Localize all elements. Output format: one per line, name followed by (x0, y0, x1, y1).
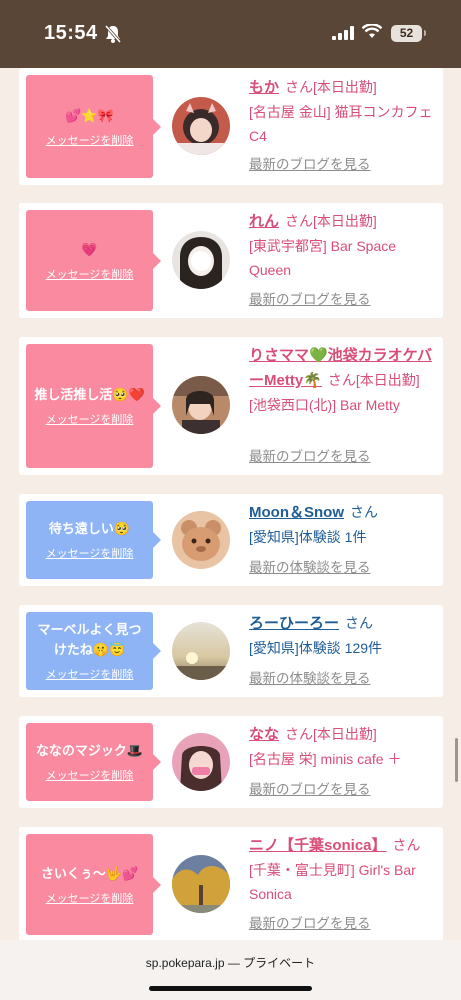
avatar[interactable] (172, 231, 230, 289)
honorific: さん (349, 504, 378, 520)
avatar[interactable] (172, 511, 230, 569)
delete-message-link[interactable]: メッセージを削除 (46, 266, 134, 282)
delete-message-link[interactable]: メッセージを削除 (46, 545, 134, 561)
avatar[interactable] (172, 855, 230, 913)
list-item: 推し活推し活🥺❤️ メッセージを削除 りさママ💚池袋カラオケバーMetty🌴 さん… (19, 337, 443, 475)
scrollbar[interactable] (455, 738, 458, 782)
message-text: 推し活推し活🥺❤️ (34, 387, 145, 402)
latest-blog-link[interactable]: 最新のブログを見る (249, 153, 371, 177)
message-bubble: 💗 メッセージを削除 (26, 210, 161, 311)
status-bar: 15:54 52 (0, 0, 461, 68)
list-item: 💗 メッセージを削除 れん さん[本日出勤] [東武宇都宮] Bar Space … (19, 203, 443, 318)
honorific: さん (285, 79, 314, 95)
bell-muted-icon (104, 24, 122, 48)
latest-review-link[interactable]: 最新の体験談を見る (249, 556, 371, 580)
work-status: [本日出勤] (313, 79, 377, 95)
message-text: 💗 (81, 241, 98, 257)
cast-info: なな さん[本日出勤] [名古屋 栄] minis cafe ＋ 最新のブログを見… (249, 722, 439, 797)
cellular-signal-icon (332, 25, 354, 44)
work-status: [本日出勤] (313, 726, 377, 742)
work-status: [本日出勤] (313, 213, 377, 229)
delete-message-link[interactable]: メッセージを削除 (46, 767, 134, 783)
cast-name-link[interactable]: もか (249, 79, 279, 96)
list-item: 💕⭐🎀 メッセージを削除 もか さん[本日出勤] [名古屋 金山] 猫耳コンカフェ… (19, 68, 443, 185)
delete-message-link[interactable]: メッセージを削除 (46, 666, 134, 682)
avatar[interactable] (172, 376, 230, 434)
latest-review-link[interactable]: 最新の体験談を見る (249, 667, 371, 691)
latest-blog-link[interactable]: 最新のブログを見る (249, 445, 371, 469)
cast-info: Moon＆Snow さん [愛知県]体験談 1件 最新の体験談を見る (249, 500, 439, 575)
browser-url-bar[interactable]: sp.pokepara.jp — プライベート (0, 940, 461, 1000)
message-bubble: ななのマジック🎩 メッセージを削除 (26, 723, 161, 801)
work-status: [本日出勤] (355, 372, 420, 388)
cast-info: りさママ💚池袋カラオケバーMetty🌴 さん[本日出勤] [池袋西口(北)] Ba… (249, 343, 439, 464)
message-text: 待ち遠しい🥺 (48, 521, 131, 536)
cast-name-link[interactable]: ニノ【千葉sonica】 (249, 837, 387, 854)
shop-detail[interactable]: [名古屋 栄] minis cafe ＋ (249, 751, 401, 767)
delete-message-link[interactable]: メッセージを削除 (46, 890, 134, 906)
message-bubble: 推し活推し活🥺❤️ メッセージを削除 (26, 344, 161, 468)
reviewer-name-link[interactable]: Moon＆Snow (249, 504, 344, 521)
cast-info: もか さん[本日出勤] [名古屋 金山] 猫耳コンカフェ C4 最新のブログを見る (249, 75, 439, 172)
honorific: さん (285, 213, 314, 229)
honorific: さん (285, 726, 314, 742)
shop-detail[interactable]: [千葉・富士見町] Girl's Bar Sonica (249, 862, 416, 902)
wifi-icon (361, 23, 383, 43)
review-count[interactable]: [愛知県]体験談 1件 (249, 529, 366, 545)
avatar[interactable] (172, 97, 230, 155)
delete-message-link[interactable]: メッセージを削除 (46, 132, 134, 148)
cast-info: れん さん[本日出勤] [東武宇都宮] Bar Space Queen 最新のブロ… (249, 209, 439, 307)
avatar[interactable] (172, 622, 230, 680)
avatar[interactable] (172, 733, 230, 791)
home-indicator[interactable] (149, 986, 312, 991)
latest-blog-link[interactable]: 最新のブログを見る (249, 912, 371, 936)
list-item: 待ち遠しい🥺 メッセージを削除 Moon＆Snow さん [愛知県]体験談 1件 … (19, 494, 443, 586)
latest-blog-link[interactable]: 最新のブログを見る (249, 778, 371, 802)
message-bubble: 💕⭐🎀 メッセージを削除 (26, 75, 161, 178)
message-text: マーベルよく見つけたね🤫😇 (37, 622, 142, 657)
list-item: ななのマジック🎩 メッセージを削除 なな さん[本日出勤] [名古屋 栄] min… (19, 716, 443, 808)
delete-message-link[interactable]: メッセージを削除 (46, 411, 134, 427)
list-item: さいくぅ〜🤟💕 メッセージを削除 ニノ【千葉sonica】 さん [千葉・富士見町… (19, 827, 443, 942)
status-time: 15:54 (44, 22, 98, 44)
latest-blog-link[interactable]: 最新のブログを見る (249, 288, 371, 312)
message-text: ななのマジック🎩 (35, 743, 144, 758)
cast-name-link[interactable]: れん (249, 213, 279, 230)
cast-name-link[interactable]: なな (249, 726, 279, 743)
review-count[interactable]: [愛知県]体験談 129件 (249, 640, 382, 656)
honorific: さん (327, 372, 356, 388)
message-bubble: 待ち遠しい🥺 メッセージを削除 (26, 501, 161, 579)
shop-detail[interactable]: [東武宇都宮] Bar Space Queen (249, 238, 396, 278)
shop-detail[interactable]: [名古屋 金山] 猫耳コンカフェ C4 (249, 104, 433, 144)
message-text: さいくぅ〜🤟💕 (40, 865, 139, 881)
shop-detail[interactable]: [池袋西口(北)] Bar Metty (249, 397, 400, 413)
battery-nub (424, 30, 426, 36)
cast-info: ニノ【千葉sonica】 さん [千葉・富士見町] Girl's Bar Soni… (249, 833, 439, 931)
reviewer-name-link[interactable]: ろーひーろー (249, 615, 339, 632)
message-text: 💕⭐🎀 (65, 107, 114, 123)
message-bubble: さいくぅ〜🤟💕 メッセージを削除 (26, 834, 161, 935)
honorific: さん (392, 837, 421, 853)
list-item: マーベルよく見つけたね🤫😇 メッセージを削除 ろーひーろー さん [愛知県]体験談 (19, 605, 443, 697)
battery-icon: 52 (391, 25, 422, 42)
cast-info: ろーひーろー さん [愛知県]体験談 129件 最新の体験談を見る (249, 611, 439, 686)
message-bubble: マーベルよく見つけたね🤫😇 メッセージを削除 (26, 612, 161, 690)
honorific: さん (345, 615, 374, 631)
url-text[interactable]: sp.pokepara.jp — プライベート (0, 954, 461, 971)
